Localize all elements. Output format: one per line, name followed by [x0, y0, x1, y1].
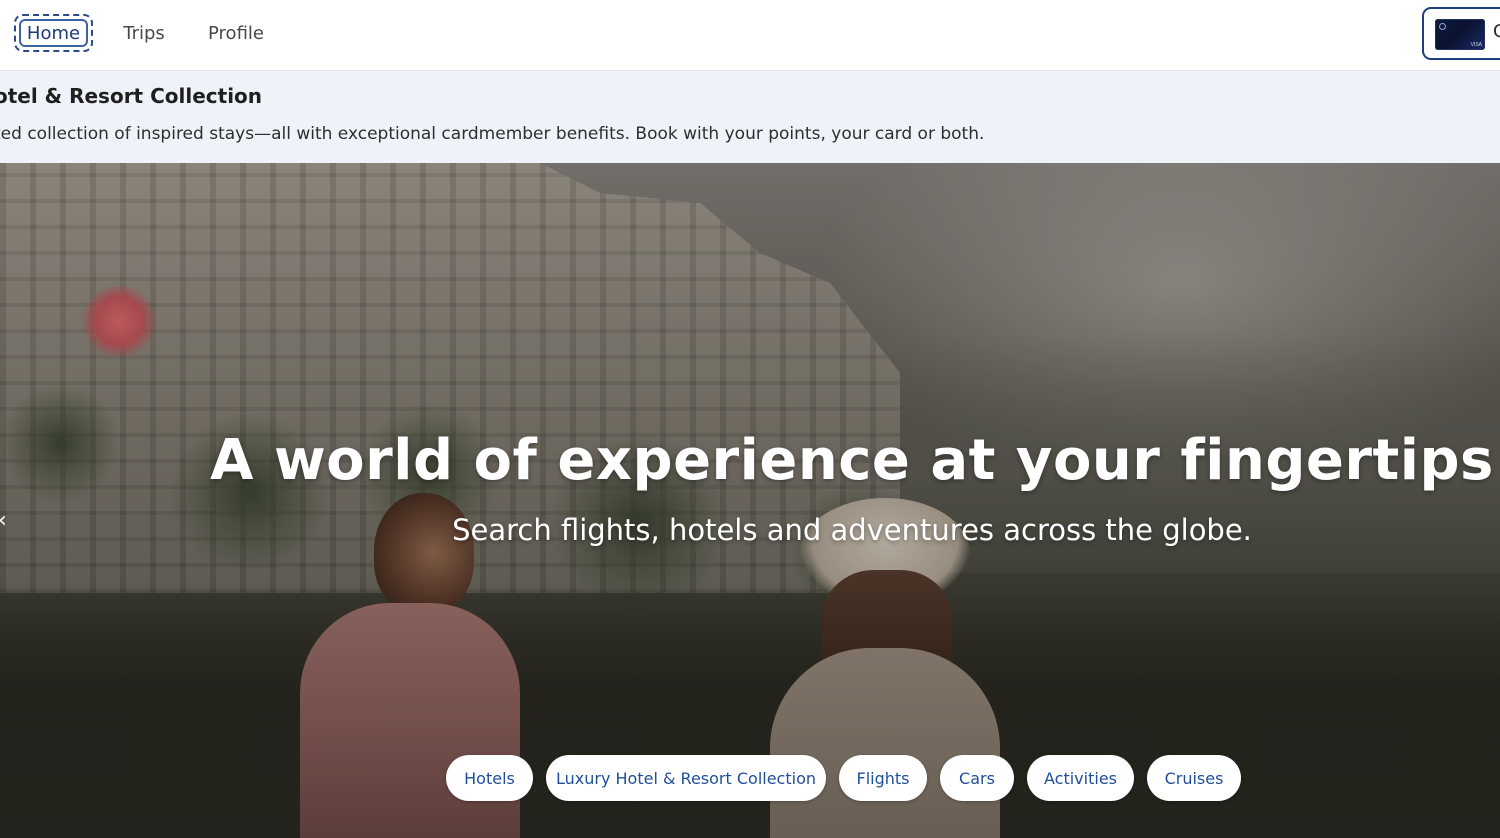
category-pill-luxury-hotel-resort-collection[interactable]: Luxury Hotel & Resort Collection	[546, 755, 826, 801]
category-pill-hotels[interactable]: Hotels	[446, 755, 533, 801]
tab-home[interactable]: Home	[14, 14, 93, 52]
category-pill-flights[interactable]: Flights	[839, 755, 927, 801]
hero-dim-overlay	[0, 163, 1500, 838]
hero-subtitle: Search flights, hotels and adventures ac…	[452, 513, 1252, 547]
category-pill-cruises[interactable]: Cruises	[1147, 755, 1241, 801]
card-selector-button[interactable]: C	[1422, 7, 1500, 60]
hero-title: A world of experience at your fingertips	[210, 428, 1494, 493]
category-pill-cars[interactable]: Cars	[940, 755, 1014, 801]
chevron-left-icon[interactable]: ‹	[0, 508, 18, 534]
tab-trips[interactable]: Trips	[112, 14, 176, 52]
card-selector-label: C	[1493, 21, 1500, 42]
hero-section: A world of experience at your fingertips…	[0, 163, 1500, 838]
category-pills: Hotels Luxury Hotel & Resort Collection …	[0, 755, 1500, 803]
collection-banner: otel & Resort Collection ted collection …	[0, 71, 1500, 163]
credit-card-image	[1435, 19, 1485, 50]
banner-description: ted collection of inspired stays—all wit…	[0, 124, 985, 144]
banner-title: otel & Resort Collection	[0, 84, 263, 108]
top-navigation: Home Trips Profile C	[0, 0, 1500, 71]
tab-profile[interactable]: Profile	[196, 14, 276, 52]
category-pill-activities[interactable]: Activities	[1027, 755, 1134, 801]
